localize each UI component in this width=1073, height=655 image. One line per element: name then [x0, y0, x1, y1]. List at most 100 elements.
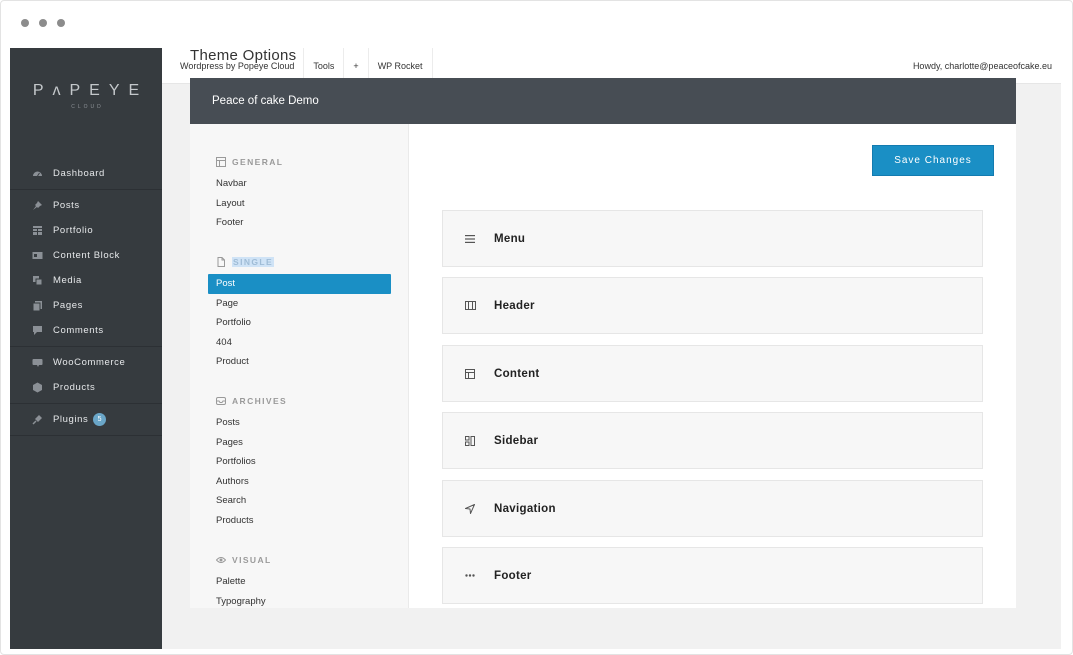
menu-item-footer[interactable]: Footer — [190, 213, 409, 233]
menu-item-layout[interactable]: Layout — [190, 194, 409, 214]
media-icon — [32, 275, 43, 286]
more-dots-icon — [464, 570, 476, 582]
sidebar-item-content-block[interactable]: Content Block — [10, 243, 162, 268]
option-card-footer[interactable]: Footer — [442, 547, 983, 604]
nav-divider — [10, 435, 162, 436]
page-title: Theme Options — [190, 47, 297, 64]
sidebar-item-posts[interactable]: Posts — [10, 193, 162, 218]
popeye-logo[interactable]: PᴧPEYE CLOUD — [10, 82, 162, 110]
logo-sub: CLOUD — [71, 104, 104, 110]
pages-icon — [32, 300, 43, 311]
option-card-header[interactable]: Header — [442, 277, 983, 334]
save-changes-button[interactable]: Save Changes — [872, 145, 994, 176]
sidebar-item-pages[interactable]: Pages — [10, 293, 162, 318]
menu-item-product[interactable]: Product — [190, 352, 409, 372]
option-card-navigation[interactable]: Navigation — [442, 480, 983, 537]
sidebar-item-label: Dashboard — [53, 168, 105, 179]
inbox-icon — [216, 396, 226, 406]
comments-icon — [32, 325, 43, 336]
option-card-content[interactable]: Content — [442, 345, 983, 402]
sidebar-item-woocommerce[interactable]: WooCommerce — [10, 350, 162, 375]
woocommerce-icon — [32, 357, 43, 368]
hamburger-icon — [464, 233, 476, 245]
menu-item-archive-search[interactable]: Search — [190, 491, 409, 511]
panel-header: Peace of cake Demo — [190, 78, 1016, 124]
sidebar-icon — [464, 435, 476, 447]
portfolio-icon — [32, 225, 43, 236]
admin-nav: Dashboard Posts Portfolio Content Block … — [10, 161, 162, 439]
window-dot-close[interactable] — [21, 19, 29, 27]
window-dot-minimize[interactable] — [39, 19, 47, 27]
topbar-user-greeting[interactable]: Howdy, charlotte@peaceofcake.eu — [913, 61, 1061, 71]
header-icon — [464, 300, 476, 312]
menu-item-archive-products[interactable]: Products — [190, 511, 409, 531]
sidebar-item-label: Portfolio — [53, 225, 94, 236]
nav-divider — [10, 189, 162, 190]
sidebar-item-label: Posts — [53, 200, 80, 211]
document-icon — [216, 257, 226, 267]
sidebar-item-products[interactable]: Products — [10, 375, 162, 400]
options-menu: GENERAL Navbar Layout Footer SINGLE Post… — [190, 124, 409, 608]
menu-item-page[interactable]: Page — [190, 294, 409, 314]
menu-section-archives: ARCHIVES Posts Pages Portfolios Authors … — [190, 393, 409, 530]
sidebar-item-label: Content Block — [53, 250, 120, 261]
admin-sidebar: PᴧPEYE CLOUD Dashboard Posts Portfolio C… — [10, 48, 162, 649]
content-icon — [464, 368, 476, 380]
menu-item-archive-authors[interactable]: Authors — [190, 472, 409, 492]
layout-icon — [216, 157, 226, 167]
logo-main: PᴧPEYE — [32, 82, 149, 99]
options-content: Save Changes Menu Header Content Sidebar… — [409, 124, 1016, 608]
section-title-archives: ARCHIVES — [190, 393, 409, 409]
section-title-single: SINGLE — [190, 254, 409, 270]
section-title-label: ARCHIVES — [232, 396, 288, 406]
sidebar-item-portfolio[interactable]: Portfolio — [10, 218, 162, 243]
option-card-label: Footer — [494, 569, 532, 582]
products-icon — [32, 382, 43, 393]
sidebar-item-plugins[interactable]: Plugins 5 — [10, 407, 162, 432]
menu-section-visual: VISUAL Palette Typography — [190, 552, 409, 611]
nav-divider — [10, 403, 162, 404]
option-card-menu[interactable]: Menu — [442, 210, 983, 267]
pin-icon — [32, 200, 43, 211]
content-block-icon — [32, 250, 43, 261]
navigation-arrow-icon — [464, 503, 476, 515]
option-card-label: Header — [494, 299, 535, 312]
section-title-visual: VISUAL — [190, 552, 409, 568]
menu-item-404[interactable]: 404 — [190, 333, 409, 353]
menu-item-post[interactable]: Post — [208, 274, 391, 294]
option-card-label: Menu — [494, 232, 526, 245]
menu-item-archive-pages[interactable]: Pages — [190, 433, 409, 453]
option-card-label: Sidebar — [494, 434, 539, 447]
window-controls — [21, 19, 65, 27]
eye-icon — [216, 555, 226, 565]
menu-item-portfolio[interactable]: Portfolio — [190, 313, 409, 333]
sidebar-item-label: WooCommerce — [53, 357, 126, 368]
theme-options-panel: Peace of cake Demo GENERAL Navbar Layout… — [190, 78, 1016, 608]
panel-header-title: Peace of cake Demo — [212, 95, 319, 107]
sidebar-item-label: Comments — [53, 325, 104, 336]
menu-item-palette[interactable]: Palette — [190, 572, 409, 592]
menu-section-single: SINGLE Post Page Portfolio 404 Product — [190, 254, 409, 372]
sidebar-item-media[interactable]: Media — [10, 268, 162, 293]
sidebar-item-dashboard[interactable]: Dashboard — [10, 161, 162, 186]
option-card-label: Content — [494, 367, 540, 380]
sidebar-item-label: Products — [53, 382, 96, 393]
option-card-label: Navigation — [494, 502, 556, 515]
option-card-sidebar[interactable]: Sidebar — [442, 412, 983, 469]
menu-item-typography[interactable]: Typography — [190, 592, 409, 612]
plugins-icon — [32, 414, 43, 425]
browser-window: PᴧPEYE CLOUD Dashboard Posts Portfolio C… — [0, 0, 1073, 655]
section-title-label: SINGLE — [232, 257, 275, 267]
sidebar-item-label: Plugins — [53, 414, 89, 425]
dashboard-icon — [32, 168, 43, 179]
section-title-label: GENERAL — [232, 157, 284, 167]
sidebar-item-label: Pages — [53, 300, 83, 311]
window-dot-maximize[interactable] — [57, 19, 65, 27]
sidebar-item-comments[interactable]: Comments — [10, 318, 162, 343]
menu-item-archive-portfolios[interactable]: Portfolios — [190, 452, 409, 472]
menu-item-archive-posts[interactable]: Posts — [190, 413, 409, 433]
plugins-update-badge: 5 — [93, 413, 107, 426]
menu-item-navbar[interactable]: Navbar — [190, 174, 409, 194]
section-title-general: GENERAL — [190, 154, 409, 170]
menu-section-general: GENERAL Navbar Layout Footer — [190, 154, 409, 233]
